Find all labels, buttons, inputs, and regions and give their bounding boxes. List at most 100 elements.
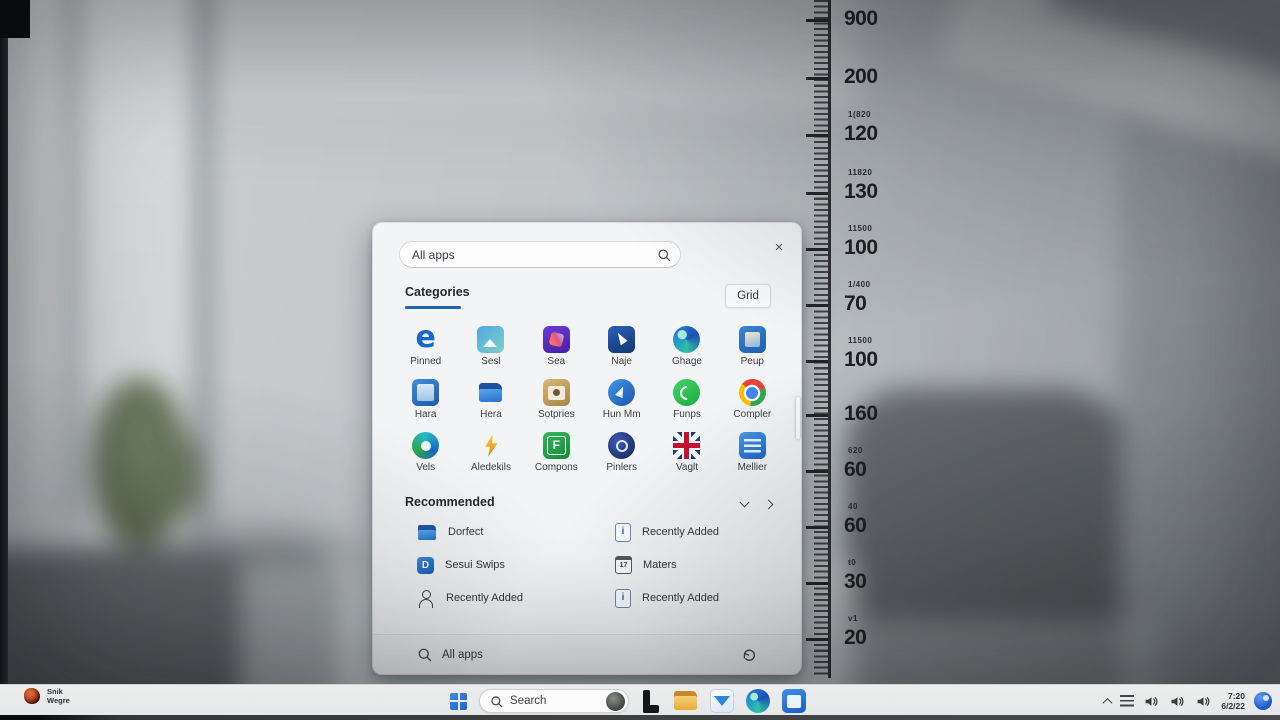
- app-tile[interactable]: Sotpries: [524, 379, 589, 432]
- edge-icon: [746, 689, 770, 713]
- start-menu-footer: All apps: [373, 634, 801, 674]
- recommended-title: Recommended: [405, 495, 495, 509]
- recommended-item[interactable]: Recently Added: [417, 586, 523, 610]
- folder-icon: [417, 523, 437, 542]
- volume-icon[interactable]: [1195, 693, 1212, 710]
- volume-icon[interactable]: [1143, 693, 1160, 710]
- app-label: Mellier: [720, 462, 785, 473]
- screen-corner: [0, 0, 30, 38]
- app-tile[interactable]: Peup: [720, 326, 785, 379]
- start-search-input[interactable]: [412, 242, 642, 267]
- volume-icon[interactable]: [1169, 693, 1186, 710]
- ruler-number: 60: [844, 514, 866, 538]
- search-icon: [490, 695, 503, 708]
- chevron-right-icon[interactable]: [764, 500, 774, 510]
- network-lines-icon[interactable]: [1120, 695, 1134, 707]
- file-explorer-icon: [673, 690, 698, 712]
- tab-categories[interactable]: Categories: [405, 285, 470, 299]
- close-icon[interactable]: ×: [769, 238, 789, 258]
- recommended-item[interactable]: Recently Added: [615, 520, 719, 544]
- app-label: Compler: [720, 409, 785, 420]
- recommended-label: Recently Added: [446, 592, 523, 604]
- ruler-number: 30: [844, 570, 866, 594]
- app-label: Hera: [458, 409, 523, 420]
- ruler-number: 60: [844, 458, 866, 482]
- ruler-sub-label: t0: [848, 558, 856, 567]
- task-view-button[interactable]: [641, 690, 661, 713]
- app-tile[interactable]: Compler: [720, 379, 785, 432]
- watermark-line1: Snik: [47, 687, 70, 696]
- app-tile[interactable]: Aledekils: [458, 432, 523, 485]
- app-tile[interactable]: Pinned: [393, 326, 458, 379]
- copilot-icon[interactable]: [1254, 692, 1272, 710]
- windows-logo-icon: [450, 693, 467, 710]
- circle-arrow-icon: [608, 379, 635, 406]
- search-icon: [417, 647, 432, 662]
- app-label: Sea: [524, 356, 589, 367]
- all-apps-button[interactable]: All apps: [442, 649, 483, 661]
- desktop: 900 200 1(820120 11820130 11500100 1/400…: [0, 0, 1280, 720]
- file-explorer-button[interactable]: [673, 690, 698, 712]
- chrome-icon: [739, 379, 766, 406]
- photos-icon: [477, 326, 504, 353]
- flame-logo-icon: [24, 688, 40, 704]
- recommended-item[interactable]: Recently Added: [615, 586, 719, 610]
- recommended-item[interactable]: Sesui Swips: [417, 553, 505, 577]
- ruler-number: 100: [844, 236, 878, 260]
- app-tile[interactable]: Funps: [654, 379, 719, 432]
- recommended-label: Dorfect: [448, 526, 483, 538]
- app-tile[interactable]: Sea: [524, 326, 589, 379]
- app-tile[interactable]: Pinlers: [589, 432, 654, 485]
- recommended-item[interactable]: Dorfect: [417, 520, 483, 544]
- taskbar-search[interactable]: Search: [479, 689, 629, 713]
- app-tile[interactable]: Mellier: [720, 432, 785, 485]
- recommended-label: Recently Added: [642, 526, 719, 538]
- app-tile[interactable]: Hun Mm: [589, 379, 654, 432]
- recommended-label: Maters: [643, 559, 677, 571]
- clock[interactable]: 7:20 6/2/22: [1221, 691, 1245, 711]
- app-label: Aledekils: [458, 462, 523, 473]
- system-tray: 7:20 6/2/22: [1104, 685, 1272, 717]
- app-tile[interactable]: Vaglt: [654, 432, 719, 485]
- grid-view-button[interactable]: Grid: [725, 284, 771, 308]
- app-label: Sotpries: [524, 409, 589, 420]
- recommended-item[interactable]: Maters: [615, 553, 677, 577]
- teal-swirl-icon: [412, 432, 439, 459]
- taskbar-search-label: Search: [510, 695, 546, 707]
- ruler-sub-label: 1(820: [848, 110, 871, 119]
- taskbar: Search 7:20 6/2/22: [0, 684, 1280, 716]
- start-button[interactable]: [450, 693, 467, 710]
- chevron-up-icon[interactable]: [1103, 697, 1113, 707]
- blue-lines-icon: [739, 432, 766, 459]
- recommended-label: Sesui Swips: [445, 559, 505, 571]
- app-label: Funps: [654, 409, 719, 420]
- navy-circle-icon: [608, 432, 635, 459]
- screen-edge-bottom: [0, 715, 1280, 720]
- app-tile[interactable]: Hara: [393, 379, 458, 432]
- edge-button[interactable]: [746, 689, 770, 713]
- scrollbar-handle[interactable]: [796, 397, 800, 439]
- store-icon: [782, 689, 806, 713]
- app-label: Vels: [393, 462, 458, 473]
- search-icon: [657, 248, 671, 262]
- app-tile[interactable]: Sesl: [458, 326, 523, 379]
- app-tile[interactable]: Hera: [458, 379, 523, 432]
- ruler-number: 200: [844, 65, 878, 89]
- start-search-box[interactable]: [399, 241, 681, 268]
- store-button[interactable]: [782, 689, 806, 713]
- ruler-sub-label: 11500: [848, 336, 872, 345]
- ruler-sub-label: 11500: [848, 224, 872, 233]
- history-icon[interactable]: [741, 647, 757, 663]
- ruler: 900 200 1(820120 11820130 11500100 1/400…: [806, 0, 936, 678]
- app-tile[interactable]: Naje: [589, 326, 654, 379]
- app-tile[interactable]: Vels: [393, 432, 458, 485]
- ruler-number: 160: [844, 402, 878, 426]
- ruler-sub-label: 620: [848, 446, 863, 455]
- start-menu: × Categories Grid Pinned Sesl Sea Naje G…: [372, 222, 802, 675]
- app-tile[interactable]: Compons: [524, 432, 589, 485]
- blue-d-icon: [417, 557, 434, 574]
- mail-button[interactable]: [710, 689, 734, 713]
- app-tile[interactable]: Ghage: [654, 326, 719, 379]
- chevron-down-icon[interactable]: [740, 498, 750, 508]
- recommended-label: Recently Added: [642, 592, 719, 604]
